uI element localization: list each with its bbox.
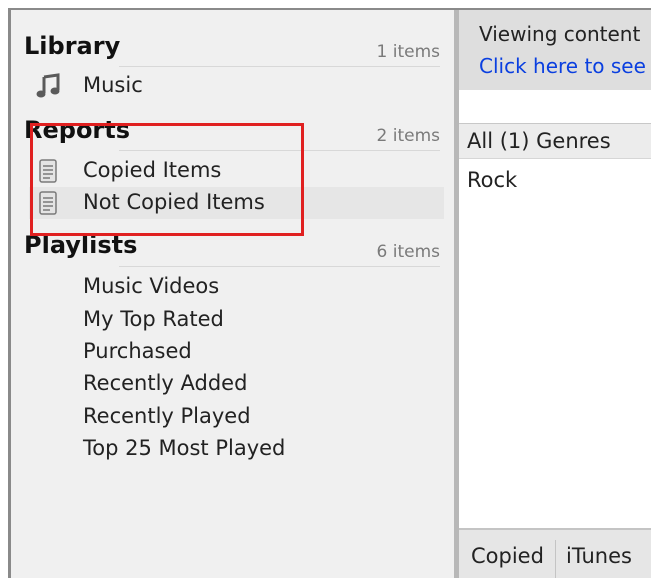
sidebar-item-music-videos[interactable]: Music Videos <box>29 271 444 303</box>
genre-row-rock[interactable]: Rock <box>467 168 517 192</box>
sidebar-item-music[interactable]: Music <box>29 70 444 102</box>
sidebar-item-label: Music <box>83 73 143 97</box>
main-panel: Viewing content Click here to see All (1… <box>459 10 651 578</box>
sidebar-item-recently-played[interactable]: Recently Played <box>29 401 444 433</box>
sidebar-item-label: My Top Rated <box>83 307 224 331</box>
genre-header-row[interactable]: All (1) Genres <box>459 124 651 159</box>
library-count: 1 items <box>376 42 440 62</box>
sidebar-item-top-25-most-played[interactable]: Top 25 Most Played <box>29 433 444 465</box>
info-banner: Viewing content Click here to see <box>459 10 651 90</box>
reports-highlight-box <box>30 123 304 236</box>
sidebar: Library 1 items Music Reports 2 items Co… <box>11 10 454 578</box>
sidebar-item-label: Top 25 Most Played <box>83 436 286 460</box>
sidebar-item-label: Purchased <box>83 339 192 363</box>
tab-label: iTunes <box>566 544 632 568</box>
sidebar-item-label: Music Videos <box>83 274 220 298</box>
sidebar-item-label: Recently Added <box>83 371 248 395</box>
genre-header-label: All (1) Genres <box>467 129 611 153</box>
tab-itunes[interactable]: iTunes <box>556 540 651 578</box>
sidebar-item-label: Recently Played <box>83 404 251 428</box>
banner-link[interactable]: Click here to see <box>479 54 646 78</box>
genre-list: All (1) Genres Rock <box>459 123 651 537</box>
library-divider <box>119 66 440 67</box>
sidebar-item-purchased[interactable]: Purchased <box>29 336 444 368</box>
music-note-icon <box>35 73 61 99</box>
sidebar-item-my-top-rated[interactable]: My Top Rated <box>29 304 444 336</box>
playlists-count: 6 items <box>376 242 440 262</box>
bottom-tab-bar: Copied iTunes <box>459 528 651 578</box>
library-heading: Library <box>24 32 121 60</box>
banner-text: Viewing content <box>479 22 641 46</box>
playlists-divider <box>119 266 440 267</box>
reports-count: 2 items <box>376 126 440 146</box>
tab-label: Copied <box>471 544 544 568</box>
tab-copied[interactable]: Copied <box>459 540 555 578</box>
sidebar-item-recently-added[interactable]: Recently Added <box>29 368 444 400</box>
